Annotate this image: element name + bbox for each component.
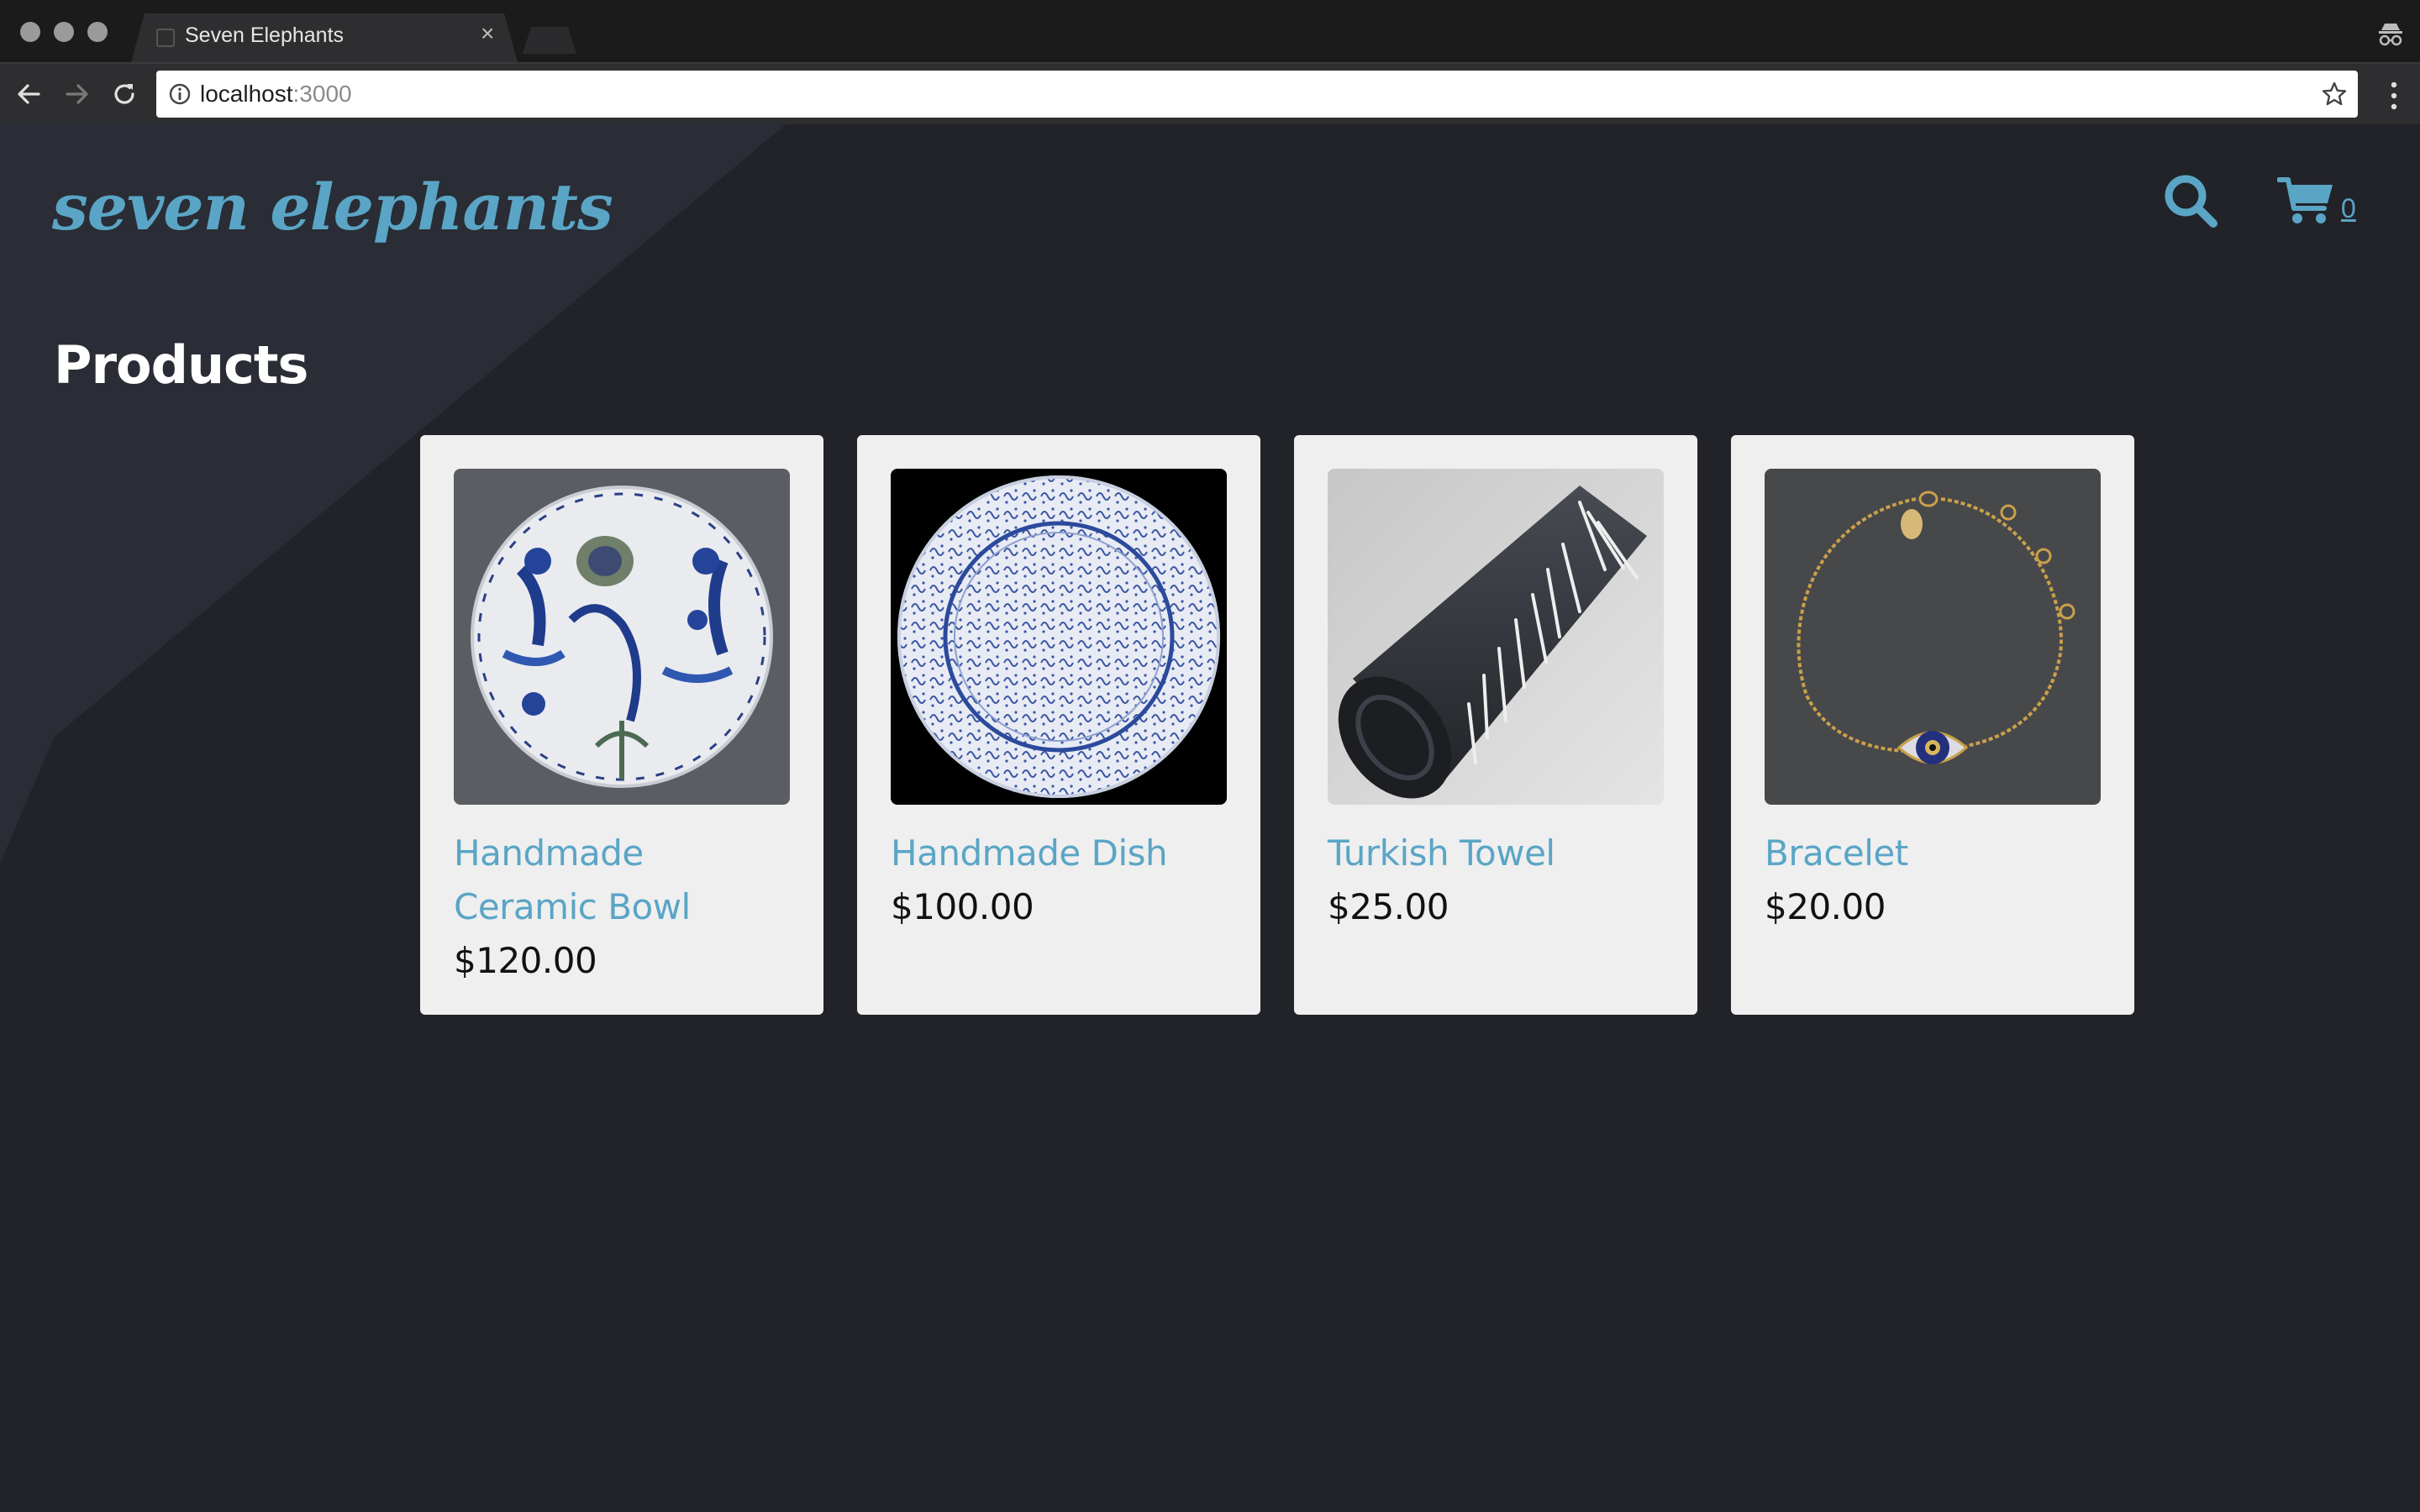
product-name-link[interactable]: Handmade Ceramic Bowl: [454, 827, 790, 934]
product-price: $100.00: [891, 886, 1034, 927]
new-tab-button[interactable]: [523, 27, 576, 54]
cart-count-link[interactable]: 0: [2341, 193, 2356, 224]
product-card[interactable]: Bracelet $20.00: [1731, 435, 2134, 1015]
search-button[interactable]: [2161, 171, 2220, 230]
browser-menu-icon[interactable]: [2390, 81, 2398, 111]
url-text: localhost:3000: [200, 81, 352, 108]
search-icon: [2165, 175, 2217, 228]
product-card[interactable]: Handmade Ceramic Bowl $120.00: [420, 435, 823, 1015]
back-button[interactable]: [13, 79, 44, 109]
browser-tab[interactable]: Seven Elephants ×: [131, 13, 518, 62]
browser-toolbar: localhost:3000: [0, 62, 2420, 124]
product-image[interactable]: [454, 469, 790, 805]
product-name-link[interactable]: Turkish Towel: [1328, 827, 1664, 880]
tab-close-icon[interactable]: ×: [481, 22, 494, 45]
reload-button[interactable]: [109, 79, 139, 109]
tab-title: Seven Elephants: [185, 24, 345, 47]
url-host: localhost: [200, 81, 293, 107]
turkish-towel-image: [1328, 469, 1664, 805]
product-image[interactable]: [891, 469, 1227, 805]
product-image[interactable]: [1765, 469, 2101, 805]
product-card[interactable]: Turkish Towel $25.00: [1294, 435, 1697, 1015]
reload-icon: [114, 84, 134, 104]
browser-tab-bar: Seven Elephants ×: [0, 0, 2420, 62]
forward-arrow-icon: [66, 84, 88, 104]
favicon-icon: [156, 29, 175, 47]
handmade-dish-image: [891, 469, 1227, 805]
product-name-link[interactable]: Handmade Dish: [891, 827, 1227, 880]
product-grid: Handmade Ceramic Bowl $120.00 Handmade D…: [420, 435, 2134, 1015]
forward-button[interactable]: [62, 79, 92, 109]
close-window-button[interactable]: [20, 22, 40, 42]
back-arrow-icon: [18, 84, 40, 104]
cart-button[interactable]: [2276, 175, 2336, 228]
url-port: :3000: [292, 81, 352, 107]
product-image[interactable]: [1328, 469, 1664, 805]
product-price: $20.00: [1765, 886, 1886, 927]
product-price: $25.00: [1328, 886, 1449, 927]
shopping-cart-icon: [2276, 177, 2333, 223]
page-content: seven elephants 0 Products Handmade Cera…: [0, 124, 2420, 1512]
maximize-window-button[interactable]: [87, 22, 108, 42]
address-bar[interactable]: localhost:3000: [156, 71, 2358, 118]
product-name-link[interactable]: Bracelet: [1765, 827, 2101, 880]
bracelet-image: [1765, 469, 2101, 805]
minimize-window-button[interactable]: [54, 22, 74, 42]
bookmark-star-icon[interactable]: [2321, 81, 2348, 108]
product-price: $120.00: [454, 940, 597, 981]
ceramic-bowl-image: [454, 469, 790, 805]
site-logo[interactable]: seven elephants: [52, 170, 613, 244]
product-card[interactable]: Handmade Dish $100.00: [857, 435, 1260, 1015]
info-icon[interactable]: [168, 82, 192, 106]
incognito-icon[interactable]: [2376, 20, 2405, 49]
page-title: Products: [54, 334, 308, 396]
